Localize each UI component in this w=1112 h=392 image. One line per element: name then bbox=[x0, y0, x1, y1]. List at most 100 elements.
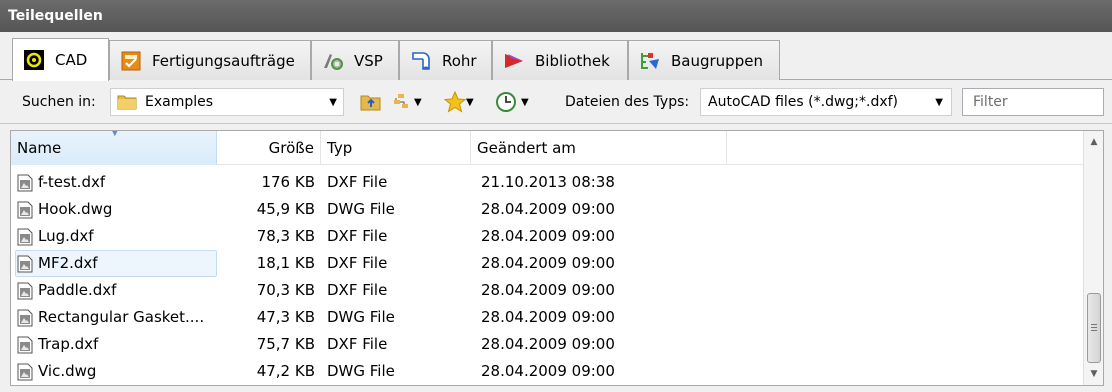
file-name-cell: f-test.dxf bbox=[17, 169, 217, 196]
tab-strip: CAD Fertigungsaufträge VSP Rohr Biblioth… bbox=[0, 32, 1112, 81]
file-type: DXF File bbox=[327, 254, 388, 272]
scroll-down-arrow-icon[interactable]: ▼ bbox=[1084, 365, 1103, 383]
file-list: ▼ Name Größe Typ Geändert am f-test.dxf 1… bbox=[10, 130, 1104, 386]
file-name-cell: MF2.dxf bbox=[15, 250, 217, 277]
file-type: DXF File bbox=[327, 335, 388, 353]
tab-rohr[interactable]: Rohr bbox=[399, 40, 492, 80]
file-size: 176 KB bbox=[261, 173, 315, 191]
file-size: 75,7 KB bbox=[256, 335, 315, 353]
column-header-type[interactable]: Typ bbox=[321, 131, 471, 165]
file-name: f-test.dxf bbox=[38, 173, 106, 191]
file-name-cell: Lug.dxf bbox=[17, 223, 217, 250]
table-row[interactable]: f-test.dxf 176 KB DXF File 21.10.2013 08:38 bbox=[11, 169, 1083, 196]
column-header-name[interactable]: ▼ Name bbox=[11, 131, 217, 165]
tab-vsp[interactable]: VSP bbox=[311, 40, 399, 80]
tab-label: Bibliothek bbox=[535, 51, 610, 70]
file-name: Hook.dwg bbox=[38, 200, 113, 218]
cad-icon bbox=[23, 49, 45, 71]
file-icon bbox=[17, 174, 33, 191]
file-type: DXF File bbox=[327, 281, 388, 299]
folder-icon bbox=[117, 94, 137, 110]
file-type-select[interactable]: AutoCAD files (*.dwg;*.dxf) ▼ bbox=[700, 88, 952, 116]
file-modified: 28.04.2009 09:00 bbox=[481, 362, 615, 380]
file-name-cell: Trap.dxf bbox=[17, 331, 217, 358]
file-icon bbox=[17, 228, 33, 245]
table-row[interactable]: Trap.dxf 75,7 KB DXF File 28.04.2009 09:00 bbox=[11, 331, 1083, 358]
file-name-cell: Hook.dwg bbox=[17, 196, 217, 223]
file-name-cell: Vic.dwg bbox=[17, 358, 217, 385]
file-name: MF2.dxf bbox=[38, 254, 98, 272]
orders-icon bbox=[120, 50, 142, 72]
up-folder-button[interactable] bbox=[360, 80, 382, 124]
file-name-cell: Paddle.dxf bbox=[17, 277, 217, 304]
file-type-label: Dateien des Typs: bbox=[565, 94, 690, 110]
scrollbar-thumb[interactable] bbox=[1087, 293, 1101, 363]
file-name: Lug.dxf bbox=[38, 227, 94, 245]
panel-title: Teilequellen bbox=[0, 0, 1112, 32]
file-icon bbox=[17, 282, 33, 299]
folder-select[interactable]: Examples ▼ bbox=[110, 88, 344, 116]
table-row[interactable]: Hook.dwg 45,9 KB DWG File 28.04.2009 09:00 bbox=[11, 196, 1083, 223]
file-name: Paddle.dxf bbox=[38, 281, 117, 299]
library-icon bbox=[503, 50, 525, 72]
chevron-down-icon: ▼ bbox=[414, 96, 422, 108]
file-type: DXF File bbox=[327, 173, 388, 191]
sort-indicator-icon: ▼ bbox=[111, 130, 119, 138]
table-row[interactable]: Vic.dwg 47,2 KB DWG File 28.04.2009 09:00 bbox=[11, 358, 1083, 385]
chevron-down-icon: ▼ bbox=[521, 96, 529, 108]
history-button[interactable]: ▼ bbox=[495, 80, 529, 124]
file-modified: 28.04.2009 09:00 bbox=[481, 308, 615, 326]
filter-input[interactable] bbox=[962, 88, 1104, 116]
tab-cad[interactable]: CAD bbox=[12, 38, 109, 81]
tab-label: Rohr bbox=[442, 51, 477, 70]
tab-baugruppen[interactable]: Baugruppen bbox=[628, 40, 780, 80]
file-modified: 28.04.2009 09:00 bbox=[481, 335, 615, 353]
vertical-scrollbar[interactable]: ▲ ▼ bbox=[1083, 131, 1103, 385]
tab-bibliothek[interactable]: Bibliothek bbox=[492, 40, 628, 80]
tab-label: CAD bbox=[55, 51, 88, 69]
file-type: DWG File bbox=[327, 308, 395, 326]
file-icon bbox=[17, 336, 33, 353]
scroll-up-arrow-icon[interactable]: ▲ bbox=[1084, 133, 1103, 151]
file-icon bbox=[17, 309, 33, 326]
file-size: 45,9 KB bbox=[256, 200, 315, 218]
file-modified: 28.04.2009 09:00 bbox=[481, 200, 615, 218]
file-modified: 28.04.2009 09:00 bbox=[481, 254, 615, 272]
chevron-down-icon: ▼ bbox=[935, 96, 943, 108]
file-name: Trap.dxf bbox=[38, 335, 99, 353]
file-icon bbox=[17, 255, 33, 272]
vsp-icon bbox=[322, 50, 344, 72]
file-type: DXF File bbox=[327, 227, 388, 245]
view-mode-button[interactable]: ▼ bbox=[392, 80, 422, 124]
column-header-size[interactable]: Größe bbox=[217, 131, 321, 165]
file-size: 47,3 KB bbox=[256, 308, 315, 326]
grip-line bbox=[1091, 327, 1097, 328]
chevron-down-icon: ▼ bbox=[329, 96, 337, 108]
tube-icon bbox=[410, 50, 432, 72]
column-header-row: ▼ Name Größe Typ Geändert am bbox=[11, 131, 1083, 165]
file-name-cell: Rectangular Gasket.... bbox=[17, 304, 217, 331]
favorites-button[interactable]: ▼ bbox=[444, 80, 474, 124]
column-header-modified[interactable]: Geändert am bbox=[471, 131, 727, 165]
assemblies-icon bbox=[639, 50, 661, 72]
file-icon bbox=[17, 201, 33, 218]
tab-label: VSP bbox=[354, 51, 383, 70]
folder-value: Examples bbox=[145, 94, 214, 110]
column-header-label: Name bbox=[17, 139, 62, 157]
file-modified: 28.04.2009 09:00 bbox=[481, 227, 615, 245]
table-row[interactable]: MF2.dxf 18,1 KB DXF File 28.04.2009 09:00 bbox=[11, 250, 1083, 277]
column-header-empty bbox=[727, 131, 1083, 165]
file-icon bbox=[17, 363, 33, 380]
file-size: 47,2 KB bbox=[256, 362, 315, 380]
table-row[interactable]: Rectangular Gasket.... 47,3 KB DWG File 28.… bbox=[11, 304, 1083, 331]
file-name: Vic.dwg bbox=[38, 362, 97, 380]
tab-fertigungsauftraege[interactable]: Fertigungsaufträge bbox=[109, 40, 311, 80]
file-type: DWG File bbox=[327, 200, 395, 218]
table-row[interactable]: Lug.dxf 78,3 KB DXF File 28.04.2009 09:00 bbox=[11, 223, 1083, 250]
search-in-label: Suchen in: bbox=[22, 94, 96, 110]
file-name: Rectangular Gasket.... bbox=[38, 308, 205, 326]
tab-label: Baugruppen bbox=[671, 51, 763, 70]
file-type: DWG File bbox=[327, 362, 395, 380]
table-row[interactable]: Paddle.dxf 70,3 KB DXF File 28.04.2009 09:0… bbox=[11, 277, 1083, 304]
grip-line bbox=[1091, 324, 1097, 325]
